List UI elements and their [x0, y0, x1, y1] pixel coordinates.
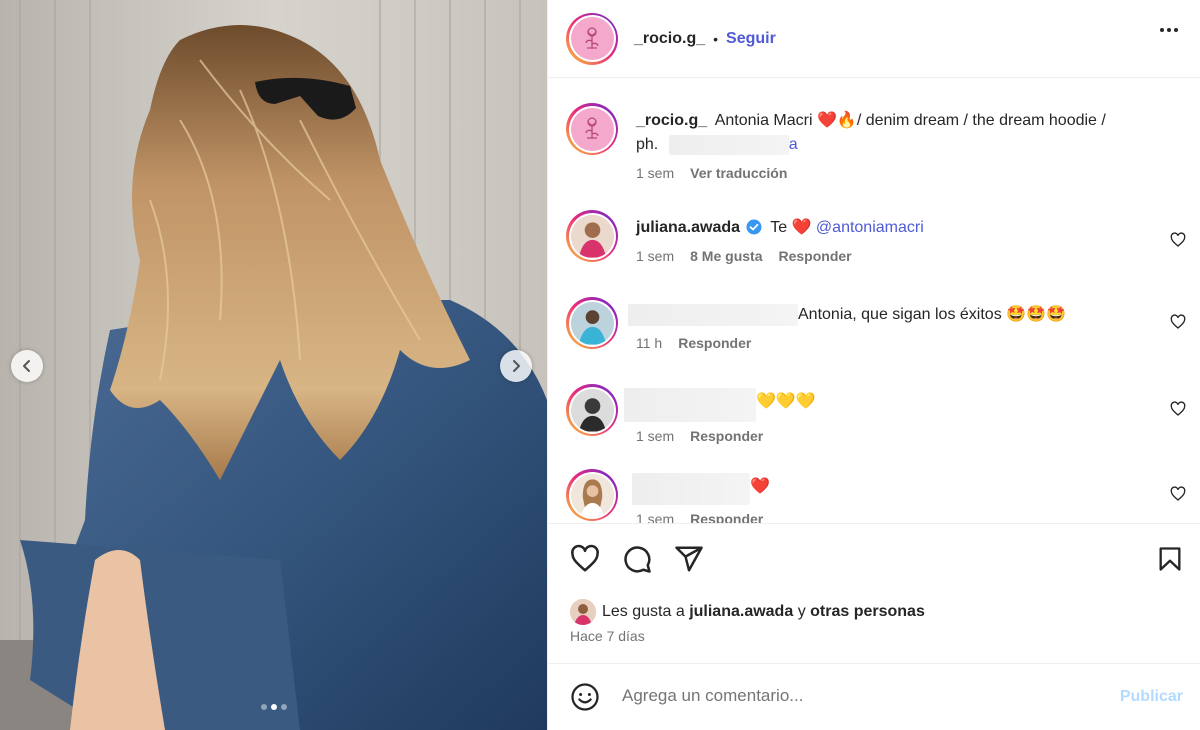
comment-text: Te ❤️ — [770, 219, 812, 236]
reply-button[interactable]: Responder — [678, 335, 751, 351]
emoji-smiley-icon[interactable] — [570, 682, 600, 712]
comment-bubble-icon[interactable] — [622, 544, 652, 574]
author-avatar[interactable] — [566, 12, 618, 65]
follow-button[interactable]: Seguir — [726, 30, 776, 48]
header-separator: • — [713, 30, 719, 47]
likes-user[interactable]: juliana.awada — [689, 603, 793, 621]
verified-badge-icon — [746, 219, 762, 235]
save-bookmark-icon[interactable] — [1156, 544, 1184, 574]
comment-text: ❤️ — [750, 478, 770, 495]
avatar-photo — [570, 301, 614, 345]
avatar-photo — [570, 388, 614, 432]
redacted-username — [628, 303, 798, 326]
carousel-dot-active — [270, 704, 277, 710]
more-options-icon[interactable] — [1160, 28, 1178, 32]
like-comment-heart-icon[interactable] — [1170, 401, 1186, 417]
caption-username[interactable]: _rocio.g_ — [636, 112, 707, 129]
redacted-username — [632, 473, 750, 505]
caption-text: Antonia Macri ❤️🔥/ denim dream / the dre… — [714, 112, 1106, 129]
translate-button[interactable]: Ver traducción — [690, 165, 787, 181]
likes-others[interactable]: otras personas — [810, 603, 925, 621]
author-avatar[interactable] — [566, 103, 618, 155]
chevron-right-icon — [513, 360, 520, 372]
commenter-avatar[interactable] — [566, 297, 618, 349]
reply-button[interactable]: Responder — [690, 511, 763, 523]
caption-mention-tail[interactable]: a — [789, 136, 798, 153]
comment-likes[interactable]: 8 Me gusta — [690, 248, 762, 264]
post-actions: Les gusta a juliana.awada y otras person… — [548, 523, 1200, 663]
comment-input[interactable] — [622, 686, 1082, 706]
comment-text: Antonia, que sigan los éxitos 🤩🤩🤩 — [798, 306, 1066, 323]
post-sidebar: _rocio.g_ • Seguir _rocio.g_ Antonia Mac… — [547, 0, 1200, 730]
likes-prefix: Les gusta a — [602, 603, 685, 620]
carousel-dot — [280, 704, 287, 710]
reply-button[interactable]: Responder — [778, 248, 851, 264]
comment-mention[interactable]: @antoniamacri — [816, 219, 924, 236]
comment-time[interactable]: 11 h — [636, 335, 662, 351]
like-comment-heart-icon[interactable] — [1170, 232, 1186, 248]
carousel-dot — [260, 704, 267, 710]
post-date[interactable]: Hace 7 días — [570, 628, 645, 644]
comment-time[interactable]: 1 sem — [636, 248, 674, 264]
avatar-photo — [570, 214, 614, 258]
reply-button[interactable]: Responder — [690, 428, 763, 444]
previous-photo-button[interactable] — [11, 350, 43, 382]
rose-logo-icon — [585, 26, 599, 49]
post-photo-scene — [0, 0, 547, 730]
carousel-dots — [0, 704, 547, 710]
rose-logo-icon — [585, 117, 599, 139]
redacted-mention — [668, 134, 789, 155]
publish-button[interactable]: Publicar — [1120, 688, 1183, 706]
comment-text: 💛💛💛 — [756, 393, 816, 410]
next-photo-button[interactable] — [500, 350, 532, 382]
add-comment-bar: Publicar — [548, 663, 1200, 730]
liker-avatar-photo — [570, 599, 596, 625]
author-username[interactable]: _rocio.g_ — [634, 30, 705, 48]
comment-time[interactable]: 1 sem — [636, 511, 674, 523]
likes-summary[interactable]: Les gusta a juliana.awada y otras person… — [570, 599, 925, 625]
comments-list[interactable]: _rocio.g_ Antonia Macri ❤️🔥/ denim dream… — [548, 79, 1200, 523]
commenter-avatar[interactable] — [566, 469, 618, 521]
post-header: _rocio.g_ • Seguir — [548, 0, 1200, 78]
likes-connector: y — [797, 603, 806, 620]
avatar-photo — [570, 473, 614, 517]
redacted-username — [624, 388, 756, 422]
caption-text-line2: ph. — [636, 136, 659, 153]
like-heart-icon[interactable] — [570, 544, 600, 574]
share-paper-plane-icon[interactable] — [674, 544, 704, 574]
commenter-avatar[interactable] — [566, 210, 618, 262]
post-photo — [0, 0, 547, 730]
comment-time[interactable]: 1 sem — [636, 428, 674, 444]
caption-time[interactable]: 1 sem — [636, 165, 674, 181]
like-comment-heart-icon[interactable] — [1170, 486, 1186, 502]
like-comment-heart-icon[interactable] — [1170, 314, 1186, 330]
comment-username[interactable]: juliana.awada — [636, 219, 740, 236]
liker-avatar — [570, 599, 596, 625]
commenter-avatar[interactable] — [566, 384, 618, 436]
chevron-left-icon — [23, 360, 30, 372]
